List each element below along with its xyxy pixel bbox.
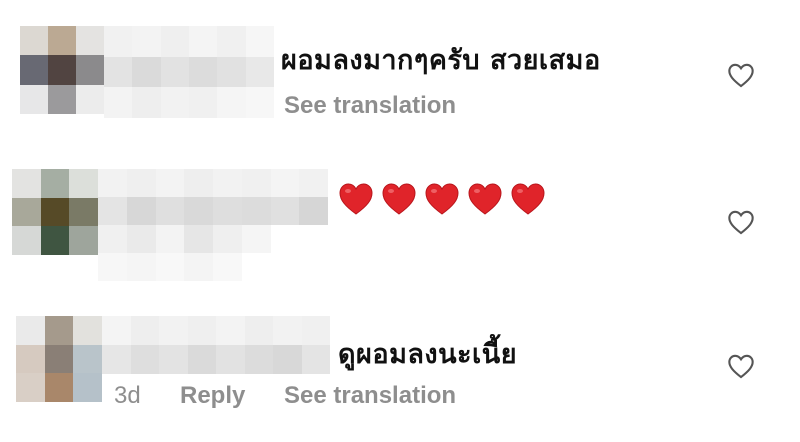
red-heart-icon (381, 182, 417, 216)
red-heart-icon (338, 182, 374, 216)
see-translation-link[interactable]: See translation (284, 92, 456, 120)
username-blurred[interactable] (104, 26, 274, 118)
avatar-blurred[interactable] (12, 169, 98, 255)
comment-text: ดูผอมลงนะเนี้ย (338, 339, 518, 370)
avatar-blurred[interactable] (20, 26, 104, 114)
comment-emoji-row (338, 182, 546, 216)
comment-text: ผอมลงมากๆครับ สวยเสมอ (281, 45, 601, 76)
avatar-blurred[interactable] (16, 316, 102, 402)
see-translation-link[interactable]: See translation (284, 382, 456, 410)
reply-button[interactable]: Reply (180, 382, 245, 410)
comment-3: ดูผอมลงนะเนี้ย 3d Reply See translation (0, 290, 800, 442)
username-blurred[interactable] (102, 316, 330, 374)
username-blurred[interactable] (98, 169, 328, 281)
comment-timestamp: 3d (114, 382, 141, 409)
red-heart-icon (467, 182, 503, 216)
red-heart-icon (424, 182, 460, 216)
heart-outline-icon[interactable] (727, 62, 755, 88)
red-heart-icon (510, 182, 546, 216)
comment-1: ผอมลงมากๆครับ สวยเสมอ See translation (0, 0, 800, 140)
comment-2 (0, 140, 800, 290)
heart-outline-icon[interactable] (727, 353, 755, 379)
heart-outline-icon[interactable] (727, 209, 755, 235)
